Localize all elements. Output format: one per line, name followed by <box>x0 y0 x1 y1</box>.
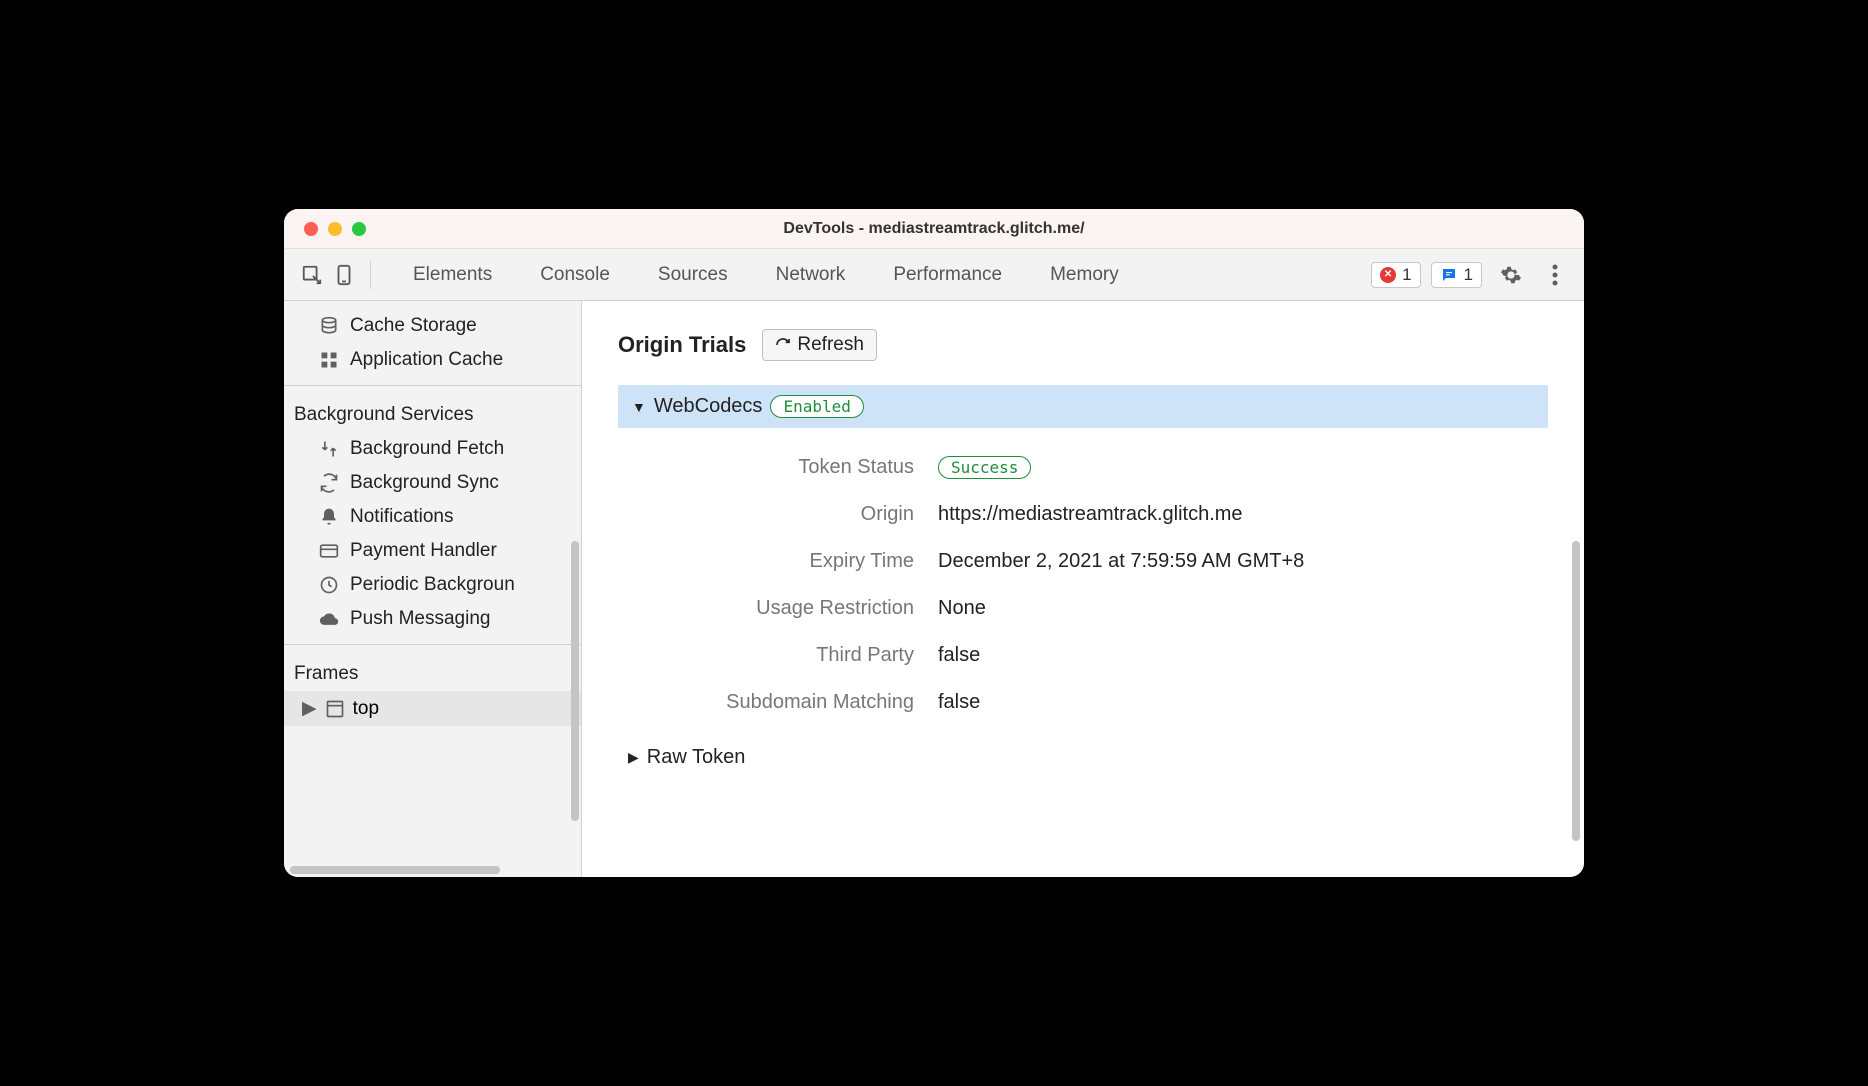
detail-label: Subdomain Matching <box>658 691 938 714</box>
devtools-window: DevTools - mediastreamtrack.glitch.me/ E… <box>284 209 1584 877</box>
raw-token-row[interactable]: ▶ Raw Token <box>628 746 1548 769</box>
token-status-pill: Success <box>938 456 1031 479</box>
cloud-icon <box>318 608 340 630</box>
detail-row-usage-restriction: Usage Restriction None <box>658 585 1548 632</box>
bell-icon <box>318 506 340 528</box>
sidebar-horizontal-scrollbar[interactable] <box>284 863 581 877</box>
main-tabs: Elements Console Sources Network Perform… <box>389 256 1143 294</box>
credit-card-icon <box>318 540 340 562</box>
detail-row-origin: Origin https://mediastreamtrack.glitch.m… <box>658 491 1548 538</box>
detail-row-token-status: Token Status Success <box>658 444 1548 491</box>
sidebar-item-label: Background Sync <box>350 472 499 494</box>
settings-button[interactable] <box>1496 260 1526 290</box>
sync-icon <box>318 472 340 494</box>
error-count-badge[interactable]: 1 <box>1371 262 1420 288</box>
refresh-label: Refresh <box>797 334 864 356</box>
disclosure-triangle-icon: ▶ <box>302 697 317 720</box>
fetch-icon <box>318 438 340 460</box>
detail-label: Token Status <box>658 456 938 479</box>
trial-status-pill: Enabled <box>770 395 863 418</box>
frame-label: top <box>353 698 379 720</box>
sidebar-item-background-fetch[interactable]: Background Fetch <box>284 432 581 466</box>
body: Cache Storage Application Cache Backgrou… <box>284 301 1584 877</box>
titlebar: DevTools - mediastreamtrack.glitch.me/ <box>284 209 1584 249</box>
detail-row-third-party: Third Party false <box>658 632 1548 679</box>
sidebar: Cache Storage Application Cache Backgrou… <box>284 301 582 877</box>
sidebar-item-label: Cache Storage <box>350 315 477 337</box>
close-window-button[interactable] <box>304 222 318 236</box>
detail-value: false <box>938 691 980 714</box>
sidebar-item-label: Periodic Backgroun <box>350 574 515 596</box>
error-count: 1 <box>1402 265 1411 285</box>
zoom-window-button[interactable] <box>352 222 366 236</box>
database-icon <box>318 315 340 337</box>
disclosure-triangle-down-icon: ▼ <box>632 399 646 415</box>
clock-icon <box>318 574 340 596</box>
panel-title: Origin Trials <box>618 332 746 358</box>
detail-value: December 2, 2021 at 7:59:59 AM GMT+8 <box>938 550 1304 573</box>
scrollbar-thumb[interactable] <box>290 866 500 874</box>
sidebar-vertical-scrollbar[interactable] <box>571 541 579 821</box>
detail-label: Third Party <box>658 644 938 667</box>
more-options-button[interactable] <box>1540 260 1570 290</box>
inspect-element-icon[interactable] <box>298 261 326 289</box>
detail-row-subdomain-matching: Subdomain Matching false <box>658 679 1548 726</box>
sidebar-content: Cache Storage Application Cache Backgrou… <box>284 301 581 863</box>
traffic-lights <box>284 222 366 236</box>
detail-label: Origin <box>658 503 938 526</box>
disclosure-triangle-icon: ▶ <box>628 749 639 766</box>
sidebar-item-label: Background Fetch <box>350 438 504 460</box>
detail-value: https://mediastreamtrack.glitch.me <box>938 503 1243 526</box>
sidebar-item-label: Push Messaging <box>350 608 490 630</box>
detail-row-expiry-time: Expiry Time December 2, 2021 at 7:59:59 … <box>658 538 1548 585</box>
tab-memory[interactable]: Memory <box>1026 256 1143 294</box>
detail-label: Usage Restriction <box>658 597 938 620</box>
frame-item-top[interactable]: ▶ top <box>284 691 581 726</box>
trial-webcodecs-row[interactable]: ▼ WebCodecs Enabled <box>618 385 1548 428</box>
grid-icon <box>318 349 340 371</box>
sidebar-item-application-cache[interactable]: Application Cache <box>284 343 581 377</box>
tab-elements[interactable]: Elements <box>389 256 516 294</box>
sidebar-item-payment-handler[interactable]: Payment Handler <box>284 534 581 568</box>
trial-details: Token Status Success Origin https://medi… <box>658 444 1548 726</box>
main-panel: Origin Trials Refresh ▼ WebCodecs Enable… <box>582 301 1584 877</box>
sidebar-item-notifications[interactable]: Notifications <box>284 500 581 534</box>
sidebar-item-label: Payment Handler <box>350 540 497 562</box>
panel-header: Origin Trials Refresh <box>618 329 1548 361</box>
tab-network[interactable]: Network <box>752 256 870 294</box>
tab-sources[interactable]: Sources <box>634 256 752 294</box>
sidebar-item-cache-storage[interactable]: Cache Storage <box>284 301 581 343</box>
detail-value: Success <box>938 456 1031 479</box>
issue-count-badge[interactable]: 1 <box>1431 262 1482 288</box>
detail-value: false <box>938 644 980 667</box>
sidebar-item-periodic-background[interactable]: Periodic Backgroun <box>284 568 581 602</box>
sidebar-item-label: Notifications <box>350 506 454 528</box>
trial-name: WebCodecs <box>654 395 763 418</box>
toolbar-divider <box>370 261 371 289</box>
tab-performance[interactable]: Performance <box>869 256 1026 294</box>
main-vertical-scrollbar[interactable] <box>1572 541 1580 841</box>
error-icon <box>1380 267 1396 283</box>
issue-count: 1 <box>1464 265 1473 285</box>
window-title: DevTools - mediastreamtrack.glitch.me/ <box>284 220 1584 238</box>
toolbar: Elements Console Sources Network Perform… <box>284 249 1584 301</box>
sidebar-item-background-sync[interactable]: Background Sync <box>284 466 581 500</box>
refresh-button[interactable]: Refresh <box>762 329 877 361</box>
device-toggle-icon[interactable] <box>330 261 358 289</box>
refresh-icon <box>775 337 791 353</box>
detail-value: None <box>938 597 986 620</box>
frame-icon <box>325 699 345 719</box>
sidebar-section-background-services: Background Services <box>284 394 581 432</box>
tab-console[interactable]: Console <box>516 256 634 294</box>
sidebar-item-label: Application Cache <box>350 349 503 371</box>
sidebar-divider <box>284 644 581 645</box>
sidebar-item-push-messaging[interactable]: Push Messaging <box>284 602 581 636</box>
sidebar-section-frames: Frames <box>284 653 581 691</box>
raw-token-label: Raw Token <box>647 746 746 769</box>
issue-icon <box>1440 266 1458 284</box>
detail-label: Expiry Time <box>658 550 938 573</box>
sidebar-divider <box>284 385 581 386</box>
minimize-window-button[interactable] <box>328 222 342 236</box>
